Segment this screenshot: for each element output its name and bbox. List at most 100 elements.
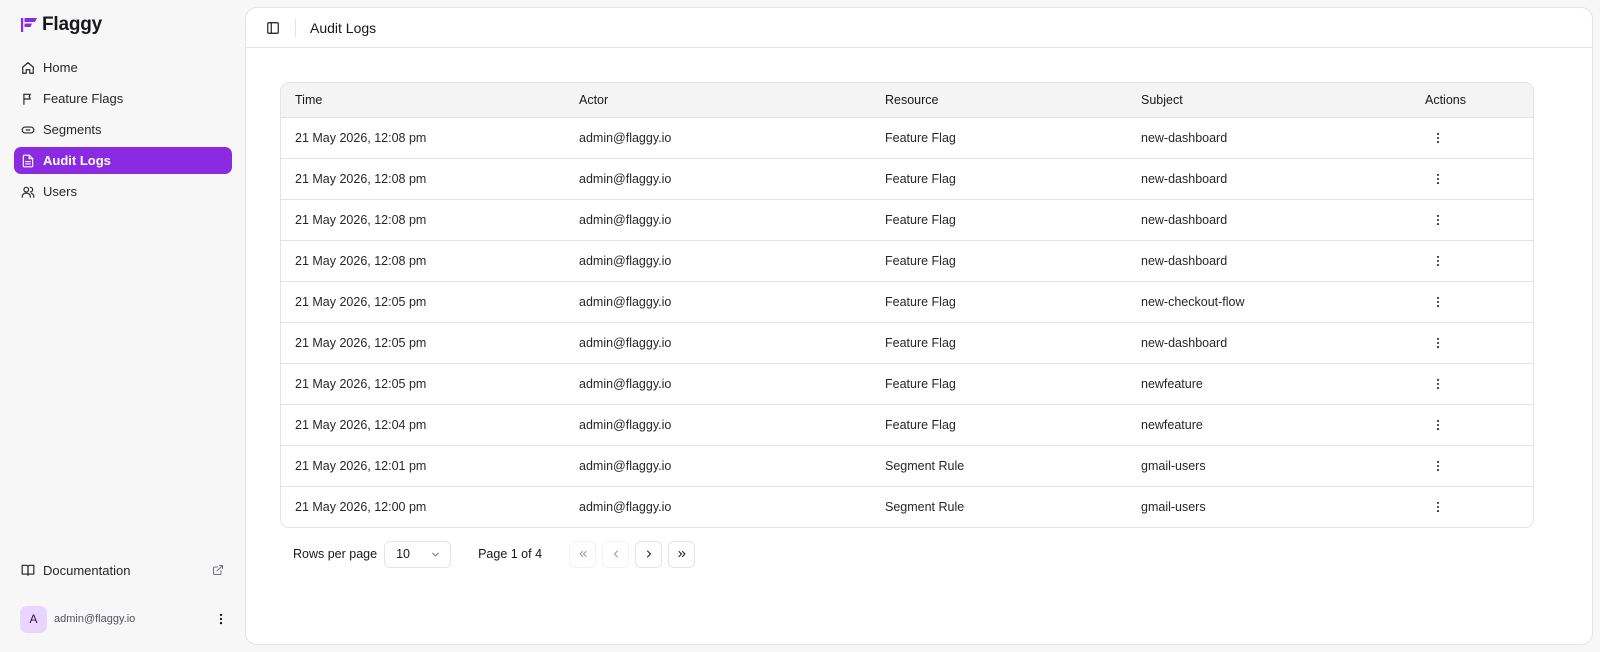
cell-actions: [1411, 198, 1533, 240]
more-vertical-icon: [1436, 460, 1440, 471]
cell-actions: [1411, 157, 1533, 199]
user-menu[interactable]: A admin@flaggy.io: [20, 605, 232, 633]
cell-subject: new-dashboard: [1127, 116, 1411, 158]
sidebar-item-label: Segments: [43, 122, 102, 137]
table-row: 21 May 2026, 12:08 pm admin@flaggy.io Feat…: [281, 157, 1533, 199]
cell-actor: admin@flaggy.io: [565, 280, 871, 322]
cell-subject: new-dashboard: [1127, 198, 1411, 240]
more-vertical-icon: [1436, 173, 1440, 184]
cell-actor: admin@flaggy.io: [565, 485, 871, 527]
row-actions-button[interactable]: [1427, 496, 1449, 518]
column-header-time: Time: [295, 92, 323, 107]
cell-actor: admin@flaggy.io: [565, 116, 871, 158]
table-header-row: Time Actor Resource Subject Actions: [281, 83, 1533, 117]
cell-resource: Segment Rule: [871, 485, 1127, 527]
cell-time: 21 May 2026, 12:01 pm: [281, 444, 565, 486]
cell-time: 21 May 2026, 12:04 pm: [281, 403, 565, 445]
cell-subject: new-dashboard: [1127, 321, 1411, 363]
audit-logs-table: Time Actor Resource Subject Actions 21 M…: [280, 82, 1534, 528]
cell-resource: Feature Flag: [871, 403, 1127, 445]
more-vertical-icon: [1436, 132, 1440, 143]
sidebar-item-label: Users: [43, 184, 77, 199]
cell-time: 21 May 2026, 12:08 pm: [281, 198, 565, 240]
chevrons-right-icon: [678, 551, 686, 557]
cell-resource: Feature Flag: [871, 280, 1127, 322]
cell-time: 21 May 2026, 12:05 pm: [281, 280, 565, 322]
flaggy-logo-icon: [21, 18, 37, 32]
link-icon: [21, 126, 35, 133]
documentation-link[interactable]: Documentation: [14, 557, 232, 583]
row-actions-button[interactable]: [1427, 455, 1449, 477]
table-row: 21 May 2026, 12:05 pm admin@flaggy.io Feat…: [281, 321, 1533, 363]
page-info: Page 1 of 4: [478, 547, 543, 561]
cell-actions: [1411, 362, 1533, 404]
divider: [295, 18, 296, 37]
row-actions-button[interactable]: [1427, 291, 1449, 313]
cell-resource: Feature Flag: [871, 157, 1127, 199]
sidebar-item-label: Audit Logs: [43, 153, 111, 168]
sidebar-item-users[interactable]: Users: [14, 178, 232, 205]
pagination: Rows per page 10 Page 1 of 4: [293, 540, 696, 568]
cell-time: 21 May 2026, 12:05 pm: [281, 321, 565, 363]
row-actions-button[interactable]: [1427, 332, 1449, 354]
row-actions-button[interactable]: [1427, 127, 1449, 149]
sidebar-item-label: Feature Flags: [43, 91, 124, 106]
cell-time: 21 May 2026, 12:08 pm: [281, 116, 565, 158]
cell-time: 21 May 2026, 12:05 pm: [281, 362, 565, 404]
cell-actions: [1411, 485, 1533, 527]
cell-time: 21 May 2026, 12:08 pm: [281, 157, 565, 199]
cell-actor: admin@flaggy.io: [565, 362, 871, 404]
sidebar-toggle-button[interactable]: [264, 19, 282, 37]
documentation-label: Documentation: [43, 562, 131, 578]
more-vertical-icon: [1436, 214, 1440, 225]
cell-subject: gmail-users: [1127, 444, 1411, 486]
cell-actor: admin@flaggy.io: [565, 444, 871, 486]
cell-time: 21 May 2026, 12:08 pm: [281, 239, 565, 281]
external-link-icon: [213, 565, 223, 575]
first-page-button[interactable]: [569, 540, 597, 568]
more-vertical-icon[interactable]: [214, 612, 228, 626]
cell-actions: [1411, 116, 1533, 158]
cell-subject: new-checkout-flow: [1127, 280, 1411, 322]
row-actions-button[interactable]: [1427, 209, 1449, 231]
previous-page-button[interactable]: [602, 540, 630, 568]
rows-per-page-select[interactable]: 10: [384, 540, 452, 568]
book-open-icon: [21, 564, 35, 576]
cell-time: 21 May 2026, 12:00 pm: [281, 485, 565, 527]
home-icon: [22, 61, 34, 74]
row-actions-button[interactable]: [1427, 168, 1449, 190]
next-page-button[interactable]: [635, 540, 663, 568]
row-actions-button[interactable]: [1427, 373, 1449, 395]
more-vertical-icon: [1436, 378, 1440, 389]
sidebar-item-segments[interactable]: Segments: [14, 116, 232, 143]
sidebar-item-audit-logs[interactable]: Audit Logs: [14, 147, 232, 174]
row-actions-button[interactable]: [1427, 250, 1449, 272]
flag-icon: [23, 93, 31, 105]
app-logo[interactable]: Flaggy: [20, 14, 102, 36]
more-vertical-icon: [1436, 419, 1440, 430]
panel-left-icon: [267, 21, 279, 34]
last-page-button[interactable]: [668, 540, 696, 568]
top-bar: Audit Logs: [246, 8, 1592, 48]
sidebar-nav: Home Feature Flags Segments Audit Logs U…: [14, 54, 232, 209]
cell-actions: [1411, 280, 1533, 322]
cell-subject: gmail-users: [1127, 485, 1411, 527]
users-icon: [21, 186, 35, 198]
main-panel: Audit Logs Time Actor Resource Subject A…: [245, 7, 1593, 645]
sidebar-item-feature-flags[interactable]: Feature Flags: [14, 85, 232, 112]
app-name: Flaggy: [42, 14, 103, 35]
chevrons-left-icon: [579, 551, 587, 557]
table-row: 21 May 2026, 12:00 pm admin@flaggy.io Segm…: [281, 485, 1533, 527]
table-row: 21 May 2026, 12:08 pm admin@flaggy.io Feat…: [281, 239, 1533, 281]
rows-per-page-value: 10: [396, 547, 410, 561]
cell-resource: Feature Flag: [871, 321, 1127, 363]
cell-resource: Feature Flag: [871, 116, 1127, 158]
cell-actions: [1411, 321, 1533, 363]
table-row: 21 May 2026, 12:05 pm admin@flaggy.io Feat…: [281, 280, 1533, 322]
column-header-resource: Resource: [885, 92, 939, 107]
row-actions-button[interactable]: [1427, 414, 1449, 436]
sidebar-item-home[interactable]: Home: [14, 54, 232, 81]
cell-actor: admin@flaggy.io: [565, 198, 871, 240]
cell-resource: Feature Flag: [871, 198, 1127, 240]
cell-actor: admin@flaggy.io: [565, 403, 871, 445]
